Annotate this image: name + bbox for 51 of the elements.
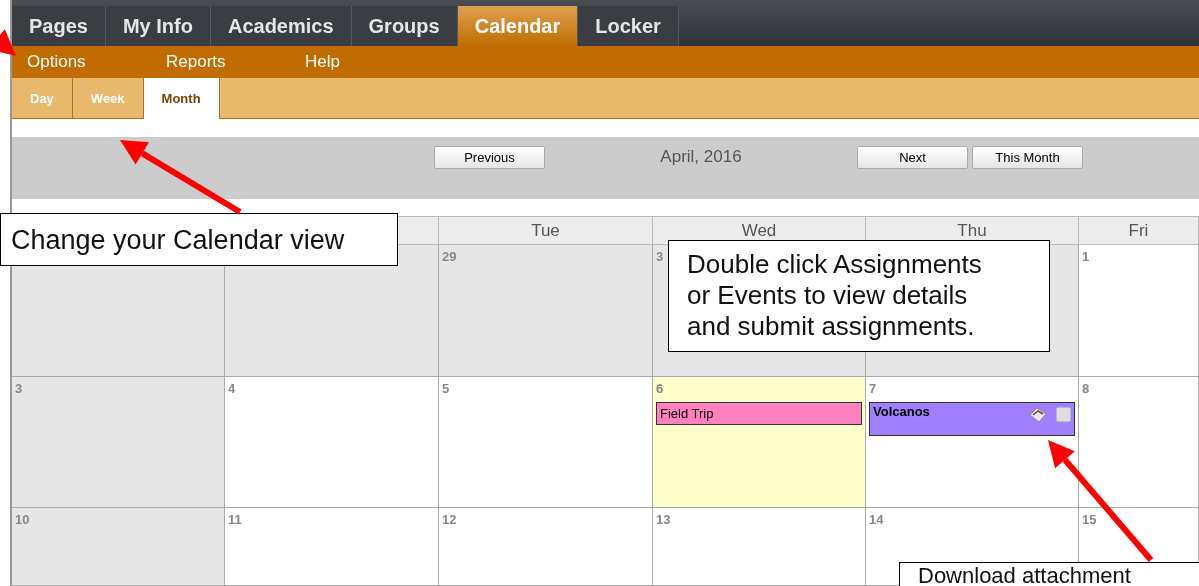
day-cell[interactable]: 8 <box>1079 377 1199 508</box>
assignment-entry[interactable]: Volcanos <box>869 402 1075 436</box>
date-number: 3 <box>15 381 23 396</box>
view-tab[interactable]: Month <box>143 78 220 119</box>
top-tab[interactable]: My Info <box>105 6 211 46</box>
date-number: 10 <box>15 512 30 527</box>
top-tab[interactable]: Academics <box>210 6 352 46</box>
checkbox[interactable] <box>1056 407 1071 422</box>
previous-button[interactable]: Previous <box>434 146 545 169</box>
day-cell[interactable]: 29 <box>439 245 653 377</box>
event-entry[interactable]: Field Trip <box>656 402 862 425</box>
date-number: 7 <box>869 381 877 396</box>
weekday-header: Tue <box>439 216 653 245</box>
calendar-view-tooltip: Change your Calendar view <box>0 213 398 267</box>
top-tab[interactable]: Pages <box>12 6 106 46</box>
day-cell[interactable]: 11 <box>225 508 439 586</box>
top-tab[interactable]: Groups <box>351 6 458 46</box>
day-cell[interactable]: 12 <box>439 508 653 586</box>
day-cell[interactable]: 3 <box>12 377 225 508</box>
date-number: 15 <box>1082 512 1097 527</box>
month-title: April, 2016 <box>659 147 743 167</box>
download-tooltip: Download attachment <box>899 562 1199 586</box>
date-number: 29 <box>442 249 457 264</box>
assignments-tooltip: Double click Assignments or Events to view details and submit assignments. <box>668 240 1050 352</box>
next-button[interactable]: Next <box>857 146 968 169</box>
day-cell[interactable]: 4 <box>225 377 439 508</box>
date-number: 13 <box>656 512 671 527</box>
day-cell[interactable]: 10 <box>12 508 225 586</box>
date-number: 6 <box>656 381 664 396</box>
day-cell[interactable]: 6 Field Trip <box>653 377 866 508</box>
day-cell[interactable]: 13 <box>653 508 866 586</box>
this-month-button[interactable]: This Month <box>972 146 1083 169</box>
day-cell[interactable]: 5 <box>439 377 653 508</box>
menu-item[interactable]: Reports <box>166 52 305 72</box>
date-number: 1 <box>1082 249 1090 264</box>
day-cell[interactable]: 1 <box>1079 245 1199 377</box>
date-number: 8 <box>1082 381 1090 396</box>
date-number: 14 <box>869 512 884 527</box>
menu-item[interactable]: Help <box>305 52 444 72</box>
attachment-icon[interactable] <box>1028 406 1048 424</box>
weekday-header: Fri <box>1079 216 1199 245</box>
menu-item[interactable]: Options <box>27 52 166 72</box>
date-number: 5 <box>442 381 450 396</box>
date-number: 4 <box>228 381 236 396</box>
arrow <box>0 28 18 56</box>
top-tab[interactable]: Calendar <box>457 6 579 46</box>
top-tab[interactable]: Locker <box>578 6 679 46</box>
date-number: 12 <box>442 512 457 527</box>
day-cell[interactable]: 7 Volcanos <box>866 377 1079 508</box>
date-number: 3 <box>656 249 664 264</box>
date-number: 11 <box>228 512 242 527</box>
